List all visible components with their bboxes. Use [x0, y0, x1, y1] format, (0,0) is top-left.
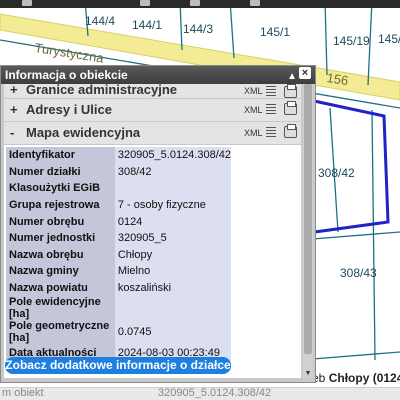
attribute-key: Pole ewidencyjne [ha] [6, 296, 115, 321]
object-info-panel: Informacja o obiekcie ▲ × + Granice admi… [0, 65, 316, 383]
parcel-label: 144/1 [132, 18, 163, 32]
attribute-row: Numer jednostki 320905_5 [6, 229, 231, 247]
attribute-key: Nazwa powiatu [6, 279, 115, 297]
attribute-key: Klasoużytki EGiB [6, 180, 115, 197]
status-bar: m obiekt 320905_5.0124.308/42 [0, 387, 400, 400]
section-title: Granice administracyjne [26, 84, 178, 97]
attributes-table: Identyfikator 320905_5.0124.308/42 Numer d… [6, 147, 231, 361]
status-left: m obiekt [2, 387, 44, 399]
attribute-value: Chłopy [114, 246, 231, 264]
scrollbar[interactable]: ▼ [303, 84, 313, 378]
attribute-value [114, 180, 231, 197]
scrollbar-thumb[interactable] [304, 84, 312, 354]
attribute-row: Identyfikator 320905_5.0124.308/42 [6, 147, 231, 164]
attribute-row: Grupa rejestrowa 7 - osoby fizyczne [6, 196, 231, 214]
precinct-label: eb Chłopy (0124) [312, 371, 400, 385]
section-adresy[interactable]: + Adresy i Ulice XML [4, 99, 301, 122]
scroll-down-icon[interactable]: ▼ [304, 370, 312, 378]
attribute-value: 320905_5 [114, 229, 231, 247]
xml-button[interactable]: XML [244, 86, 263, 96]
road-number: 156 [325, 70, 350, 89]
list-icon[interactable] [266, 86, 276, 96]
parcel-label: 308/43 [340, 266, 377, 280]
section-granice[interactable]: + Granice administracyjne XML [4, 84, 301, 99]
close-icon[interactable]: × [299, 67, 311, 79]
parcel-label: 144/4 [85, 14, 116, 28]
attribute-row: Numer obrębu 0124 [6, 213, 231, 230]
parcel-label: 144/3 [183, 22, 214, 36]
attribute-key: Identyfikator [6, 147, 115, 164]
attribute-row: Nazwa gminy Mielno [6, 263, 231, 280]
section-title: Mapa ewidencyjna [26, 125, 141, 140]
print-icon[interactable] [284, 124, 297, 138]
attribute-key: Nazwa gminy [6, 263, 115, 280]
attribute-value: 320905_5.0124.308/42 [114, 147, 231, 164]
toolbar-icon[interactable] [22, 0, 32, 6]
attribute-key: Grupa rejestrowa [6, 196, 115, 214]
section-title: Adresy i Ulice [26, 102, 112, 117]
parcel-label: 308/42 [318, 166, 355, 180]
attribute-key: Pole geometryczne [ha] [6, 320, 115, 345]
xml-button[interactable]: XML [244, 128, 263, 138]
expand-icon[interactable]: + [10, 99, 18, 121]
expand-icon[interactable]: + [10, 84, 18, 96]
collapse-section-icon[interactable]: - [10, 122, 14, 144]
attribute-key: Numer działki [6, 163, 115, 181]
attribute-value: 308/42 [114, 163, 231, 181]
print-icon[interactable] [284, 84, 297, 98]
attribute-value: 0.0745 [114, 320, 231, 345]
panel-title: Informacja o obiekcie [5, 68, 128, 82]
attribute-row: Nazwa powiatu koszaliński [6, 279, 231, 297]
status-identifier: 320905_5.0124.308/42 [158, 387, 272, 399]
toolbar-icon[interactable] [190, 0, 200, 6]
attribute-row: Klasoużytki EGiB [6, 180, 231, 197]
attribute-value: 7 - osoby fizyczne [114, 196, 231, 214]
precinct-name: Chłopy (0124) [328, 371, 400, 385]
attribute-value [114, 296, 231, 321]
toolbar-icon[interactable] [140, 0, 150, 6]
section-mapa[interactable]: - Mapa ewidencyjna XML [4, 122, 301, 145]
attribute-key: Numer jednostki [6, 229, 115, 247]
attribute-value: koszaliński [114, 279, 231, 297]
xml-button[interactable]: XML [244, 105, 263, 115]
more-info-button[interactable]: Zobacz dodatkowe informacje o działce [5, 357, 231, 374]
panel-header[interactable]: Informacja o obiekcie ▲ × [1, 66, 315, 84]
list-icon[interactable] [266, 104, 276, 114]
attribute-key: Nazwa obrębu [6, 246, 115, 264]
list-icon[interactable] [266, 127, 276, 137]
attribute-value: 0124 [114, 213, 231, 230]
attribute-row: Pole ewidencyjne [ha] [6, 296, 231, 321]
toolbar-icon[interactable] [250, 0, 260, 6]
panel-body: + Granice administracyjne XML + Adresy i… [4, 84, 301, 378]
parcel-label: 145/3 [378, 32, 400, 46]
attribute-row: Nazwa obrębu Chłopy [6, 246, 231, 264]
parcel-label: 145/19 [333, 34, 370, 48]
map-toolbar [0, 0, 400, 8]
print-icon[interactable] [284, 101, 297, 115]
parcel-label: 145/1 [260, 25, 291, 39]
attribute-key: Numer obrębu [6, 213, 115, 230]
attribute-row: Pole geometryczne [ha] 0.0745 [6, 320, 231, 345]
attribute-row: Numer działki 308/42 [6, 163, 231, 181]
attribute-value: Mielno [114, 263, 231, 280]
